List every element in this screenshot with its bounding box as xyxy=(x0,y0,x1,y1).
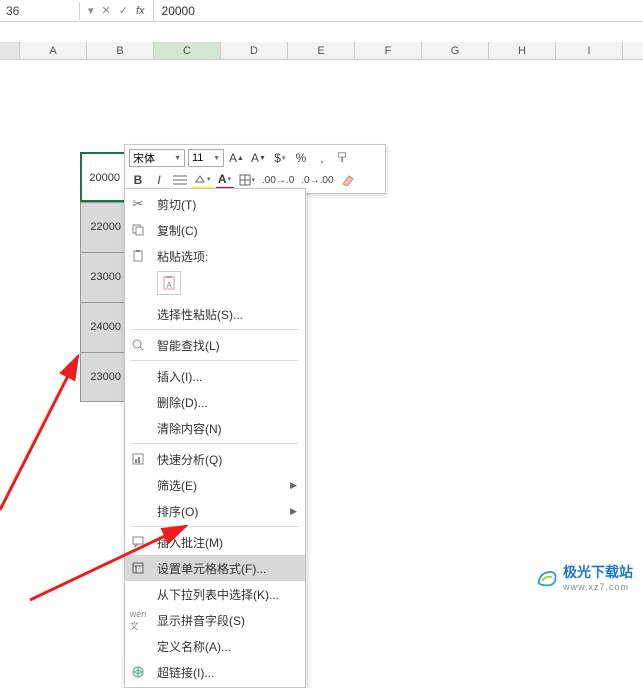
quick-analysis-menu-item[interactable]: 快速分析(Q) xyxy=(125,446,305,472)
formula-input[interactable]: 20000 xyxy=(154,2,643,20)
increase-decimal-icon[interactable]: .0→.00 xyxy=(299,171,335,189)
insert-menu-item[interactable]: 插入(I)... xyxy=(125,363,305,389)
chevron-right-icon: ▶ xyxy=(290,506,297,517)
cell[interactable]: 24000 xyxy=(80,302,126,352)
insert-comment-menu-item[interactable]: 插入批注(M) xyxy=(125,529,305,555)
formula-bar: 36 ▾ ✕ ✓ fx 20000 xyxy=(0,0,643,22)
scissors-icon: ✂ xyxy=(129,195,147,213)
cell[interactable]: 23000 xyxy=(80,352,126,402)
copy-icon xyxy=(129,221,147,239)
increase-font-icon[interactable]: A▲ xyxy=(227,149,246,167)
percent-icon[interactable]: % xyxy=(292,149,310,167)
col-hdr-i[interactable]: I xyxy=(556,42,623,59)
paste-special-menu-item[interactable]: 选择性粘贴(S)... xyxy=(125,301,305,327)
hyperlink-icon xyxy=(129,663,147,681)
decrease-font-icon[interactable]: A▼ xyxy=(249,149,268,167)
col-hdr-d[interactable]: D xyxy=(221,42,288,59)
mini-toolbar: 宋体▼ 11▼ A▲ A▼ $▾ % , B I ▾ A▾ xyxy=(124,144,386,194)
font-color-icon[interactable]: A▾ xyxy=(216,171,234,189)
col-hdr-g[interactable]: G xyxy=(422,42,489,59)
comment-icon xyxy=(129,533,147,551)
col-hdr-f[interactable]: F xyxy=(355,42,422,59)
watermark: 极光下载站 www.xz7.com xyxy=(535,562,633,592)
copy-menu-item[interactable]: 复制(C) xyxy=(125,217,305,243)
font-name-select[interactable]: 宋体▼ xyxy=(129,149,185,167)
format-painter-icon[interactable] xyxy=(334,149,352,167)
delete-menu-item[interactable]: 删除(D)... xyxy=(125,389,305,415)
clear-menu-item[interactable]: 清除内容(N) xyxy=(125,415,305,441)
context-menu: ✂ 剪切(T) 复制(C) 粘贴选项: A 选择性粘贴(S)... xyxy=(124,188,306,688)
svg-text:A: A xyxy=(166,281,172,290)
enter-icon[interactable]: ✓ xyxy=(119,4,128,17)
watermark-title: 极光下载站 xyxy=(563,562,633,582)
chevron-right-icon: ▶ xyxy=(290,480,297,491)
quick-analysis-icon xyxy=(129,450,147,468)
paste-options: A xyxy=(125,269,305,301)
data-column: 20000 22000 23000 24000 23000 xyxy=(80,152,126,402)
column-headers: A B C D E F G H I xyxy=(0,42,643,60)
accounting-format-icon[interactable]: $▾ xyxy=(271,149,289,167)
col-hdr-h[interactable]: H xyxy=(489,42,556,59)
watermark-logo-icon xyxy=(535,565,559,589)
paste-options-label: 粘贴选项: xyxy=(125,243,305,269)
font-size-select[interactable]: 11▼ xyxy=(188,149,224,167)
smart-lookup-menu-item[interactable]: 智能查找(L) xyxy=(125,332,305,358)
paste-icon xyxy=(129,247,147,265)
filter-menu-item[interactable]: 筛选(E) ▶ xyxy=(125,472,305,498)
pick-from-list-menu-item[interactable]: 从下拉列表中选择(K)... xyxy=(125,581,305,607)
borders-icon[interactable]: ▾ xyxy=(237,171,258,189)
cell-active[interactable]: 20000 xyxy=(80,152,126,202)
cut-menu-item[interactable]: ✂ 剪切(T) xyxy=(125,191,305,217)
dropdown-icon[interactable]: ▾ xyxy=(88,4,94,17)
sort-menu-item[interactable]: 排序(O) ▶ xyxy=(125,498,305,524)
hyperlink-menu-item[interactable]: 超链接(I)... xyxy=(125,659,305,685)
formula-controls: ▾ ✕ ✓ fx xyxy=(80,0,154,21)
cancel-icon[interactable]: ✕ xyxy=(102,4,111,17)
fill-color-icon[interactable]: ▾ xyxy=(192,171,213,189)
col-hdr-b[interactable]: B xyxy=(87,42,154,59)
cell[interactable]: 22000 xyxy=(80,202,126,252)
comma-icon[interactable]: , xyxy=(313,149,331,167)
col-hdr-a[interactable]: A xyxy=(20,42,87,59)
phonetic-icon: wén文 xyxy=(129,611,147,629)
select-all-corner[interactable] xyxy=(0,42,20,59)
clear-format-icon[interactable] xyxy=(339,171,357,189)
name-box[interactable]: 36 xyxy=(0,2,80,20)
col-hdr-c[interactable]: C xyxy=(154,42,221,59)
decrease-decimal-icon[interactable]: .00→.0 xyxy=(260,171,296,189)
watermark-url: www.xz7.com xyxy=(563,582,633,592)
format-cells-icon xyxy=(129,559,147,577)
cell[interactable]: 23000 xyxy=(80,252,126,302)
search-icon xyxy=(129,336,147,354)
paste-option-default[interactable]: A xyxy=(157,271,181,295)
italic-icon[interactable]: I xyxy=(150,171,168,189)
fx-icon[interactable]: fx xyxy=(136,5,145,17)
format-cells-menu-item[interactable]: 设置单元格格式(F)... xyxy=(125,555,305,581)
align-icon[interactable] xyxy=(171,171,189,189)
col-hdr-e[interactable]: E xyxy=(288,42,355,59)
bold-icon[interactable]: B xyxy=(129,171,147,189)
worksheet[interactable]: 20000 22000 23000 24000 23000 宋体▼ 11▼ A▲… xyxy=(0,60,643,600)
define-name-menu-item[interactable]: 定义名称(A)... xyxy=(125,633,305,659)
show-phonetic-menu-item[interactable]: wén文 显示拼音字段(S) xyxy=(125,607,305,633)
